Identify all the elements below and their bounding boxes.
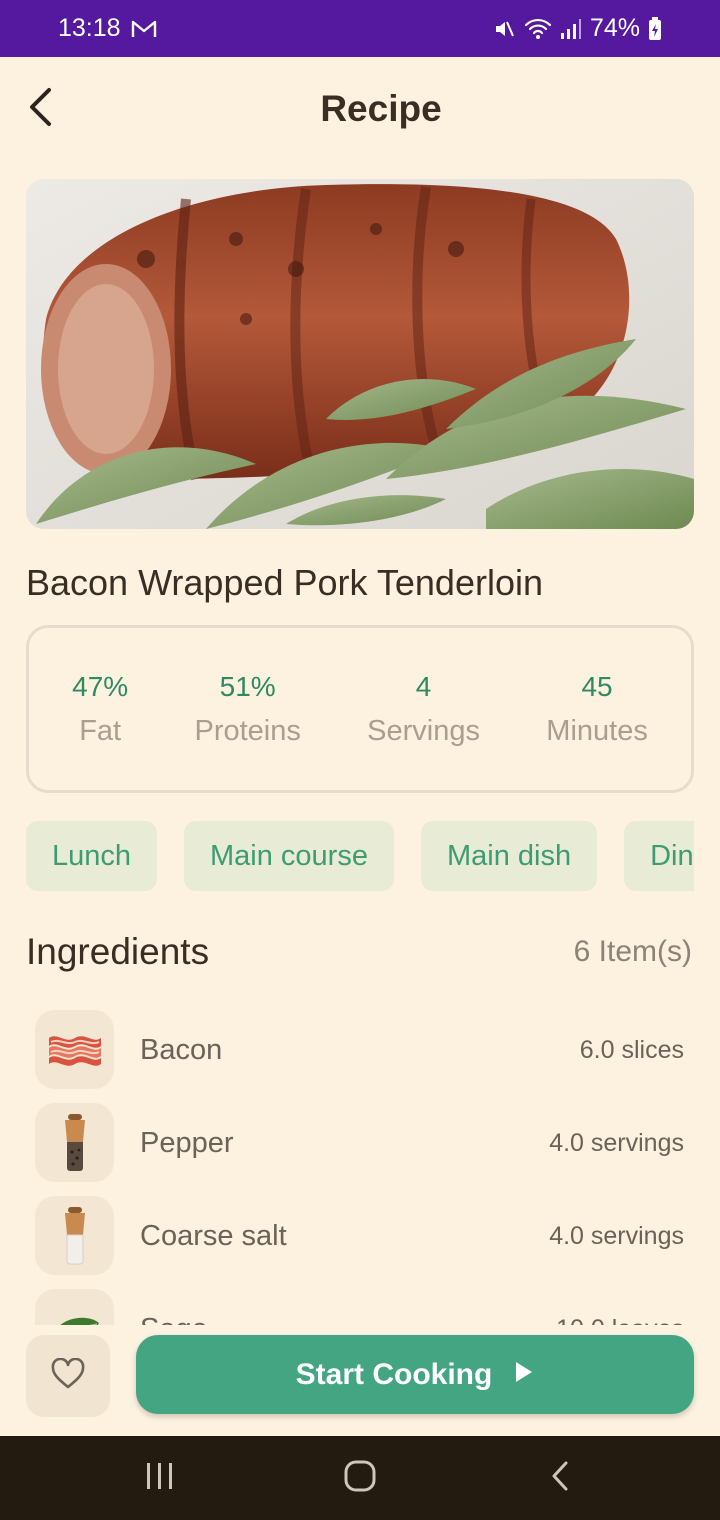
header: Recipe	[0, 57, 720, 165]
bacon-icon	[35, 1010, 114, 1089]
ingredient-qty: 6.0 slices	[579, 1036, 684, 1064]
system-nav-bar	[0, 1436, 720, 1520]
stat-servings: 4 Servings	[367, 671, 480, 748]
status-right: 74%	[492, 14, 662, 43]
play-icon	[514, 1358, 534, 1392]
heart-outline-icon	[50, 1357, 86, 1395]
mute-icon	[492, 17, 516, 41]
ingredient-row[interactable]: Pepper 4.0 servings	[0, 1097, 720, 1190]
tag-dinner[interactable]: Dinner	[624, 821, 694, 891]
recipe-title: Bacon Wrapped Pork Tenderloin	[26, 562, 543, 603]
ingredient-name: Sage	[140, 1313, 208, 1325]
status-left: 13:18	[58, 14, 157, 43]
signal-icon	[560, 18, 582, 40]
ingredient-qty: 4.0 servings	[549, 1222, 684, 1250]
action-bar: Start Cooking	[0, 1325, 720, 1436]
stat-value: 4	[415, 670, 432, 702]
stat-label: Servings	[367, 714, 480, 747]
pepper-grinder-icon	[35, 1103, 114, 1182]
recent-apps-button[interactable]	[130, 1448, 190, 1508]
stat-label: Fat	[79, 714, 122, 747]
stat-proteins: 51% Proteins	[194, 671, 300, 748]
stat-label: Minutes	[546, 714, 648, 747]
back-arrow-icon	[550, 1460, 570, 1497]
tag-lunch[interactable]: Lunch	[26, 821, 158, 891]
start-cooking-label: Start Cooking	[295, 1357, 493, 1391]
start-cooking-button[interactable]: Start Cooking	[136, 1335, 694, 1414]
page-title: Recipe	[320, 88, 442, 129]
stat-value: 51%	[219, 670, 276, 702]
favorite-button[interactable]	[26, 1335, 110, 1417]
category-tags: Lunch Main course Main dish Dinner	[26, 821, 694, 891]
ingredients-count: 6 Item(s)	[573, 935, 692, 968]
stat-fat: 47% Fat	[72, 671, 128, 748]
wifi-icon	[524, 18, 552, 40]
ingredients-heading: Ingredients	[26, 931, 210, 972]
recipe-image	[26, 179, 694, 529]
tag-main-course[interactable]: Main course	[184, 821, 394, 891]
ingredient-row[interactable]: Sage 10.0 leaves	[0, 1283, 720, 1325]
recent-apps-icon	[144, 1461, 176, 1496]
ingredient-name: Pepper	[140, 1127, 234, 1159]
battery-percent: 74%	[589, 14, 640, 42]
ingredients-list: Bacon 6.0 slices Pepper 4.0 servings Coa…	[0, 1004, 720, 1325]
sage-leaf-icon	[35, 1289, 114, 1325]
status-time: 13:18	[58, 14, 121, 42]
gmail-icon	[131, 19, 157, 39]
stat-value: 45	[581, 670, 613, 702]
ingredient-name: Coarse salt	[140, 1220, 287, 1252]
ingredient-qty: 10.0 leaves	[556, 1315, 684, 1325]
stat-label: Proteins	[194, 714, 301, 747]
home-button[interactable]	[330, 1448, 390, 1508]
salt-grinder-icon	[35, 1196, 114, 1275]
stat-minutes: 45 Minutes	[546, 671, 648, 748]
nutrition-stats-card: 47% Fat 51% Proteins 4 Servings 45 Minut…	[26, 625, 694, 793]
ingredient-qty: 4.0 servings	[549, 1129, 684, 1157]
tag-main-dish[interactable]: Main dish	[420, 821, 598, 891]
stat-value: 47%	[72, 670, 129, 702]
ingredient-name: Bacon	[140, 1034, 223, 1066]
system-back-button[interactable]	[530, 1448, 590, 1508]
battery-icon	[648, 16, 662, 41]
ingredient-row[interactable]: Coarse salt 4.0 servings	[0, 1190, 720, 1283]
home-icon	[343, 1459, 377, 1498]
ingredient-row[interactable]: Bacon 6.0 slices	[0, 1004, 720, 1097]
status-bar: 13:18 74%	[0, 0, 720, 57]
